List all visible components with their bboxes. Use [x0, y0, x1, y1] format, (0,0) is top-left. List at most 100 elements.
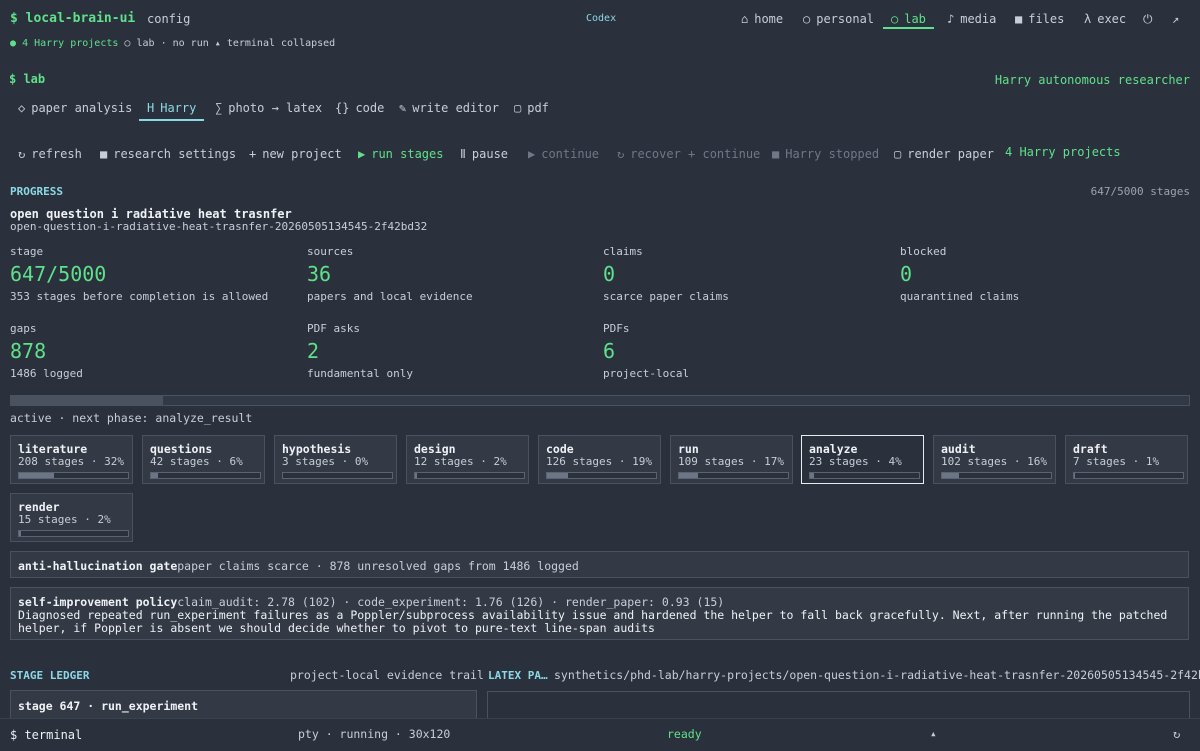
- ledger-entry-title: stage 647 · run_experiment: [18, 699, 199, 713]
- tab-label: Harry: [160, 101, 197, 115]
- nav-lab[interactable]: ○ lab: [883, 12, 934, 29]
- metric-stage-label: stage: [10, 245, 44, 258]
- config-link[interactable]: config: [147, 12, 190, 26]
- stage-card-render[interactable]: render 15 stages · 2%: [10, 493, 133, 542]
- terminal-toggle-icon[interactable]: ▴: [930, 727, 937, 740]
- policy-title: self-improvement policy: [18, 595, 178, 609]
- ledger-entry[interactable]: stage 647 · run_experiment: [10, 690, 477, 720]
- projects-count[interactable]: 4 Harry projects: [1005, 145, 1121, 159]
- stage-card-hypothesis[interactable]: hypothesis 3 stages · 0%: [274, 435, 397, 484]
- nav-home-label: home: [754, 12, 784, 26]
- stage-stat: 109 stages · 17%: [678, 455, 784, 468]
- stage-stat: 42 stages · 6%: [150, 455, 243, 468]
- terminal-refresh-icon[interactable]: ↻: [1173, 727, 1180, 741]
- triangle-icon: ▴: [214, 38, 221, 49]
- phase-status: active · next phase: analyze_result: [10, 411, 253, 425]
- progress-heading: PROGRESS: [10, 185, 63, 198]
- nav-media-label: media: [960, 12, 997, 26]
- nav-media[interactable]: ♪ media: [947, 12, 996, 26]
- metric-pdf-asks-value: 2: [307, 339, 320, 363]
- terminal-label[interactable]: $ terminal: [10, 728, 82, 742]
- tab-paper-analysis[interactable]: ◇ paper analysis: [18, 101, 132, 119]
- metric-claims-label: claims: [603, 245, 643, 258]
- anti-hallucination-gate-panel: anti-hallucination gatepaper claims scar…: [10, 551, 1189, 578]
- stage-stat: 208 stages · 32%: [18, 455, 124, 468]
- metric-gaps-sub: 1486 logged: [10, 367, 83, 380]
- terminal-bar[interactable]: $ terminal pty · running · 30x120 ready …: [0, 718, 1200, 751]
- stage-card-audit[interactable]: audit 102 stages · 16%: [933, 435, 1056, 484]
- nav-home[interactable]: ⌂ home: [741, 12, 783, 26]
- nav-files-label: files: [1028, 12, 1065, 26]
- expand-icon[interactable]: ↗: [1172, 12, 1179, 26]
- action-label: continue: [541, 147, 600, 161]
- nav-personal-label: personal: [816, 12, 875, 26]
- metric-stage-value: 647/5000: [10, 262, 107, 286]
- stage-stat: 23 stages · 4%: [809, 455, 902, 468]
- refresh-icon: ↻: [617, 147, 625, 161]
- stage-card-code[interactable]: code 126 stages · 19%: [538, 435, 661, 484]
- app-brand[interactable]: $ local-brain-ui: [10, 11, 135, 26]
- harry-stopped-button[interactable]: ■ Harry stopped: [772, 147, 879, 161]
- stage-name: hypothesis: [282, 442, 352, 456]
- lab-title: $ lab: [9, 72, 46, 86]
- self-improvement-policy-panel: self-improvement policyclaim_audit: 2.78…: [10, 587, 1189, 640]
- stage-name: run: [678, 442, 699, 456]
- nav-personal[interactable]: ○ personal: [803, 12, 874, 26]
- nav-files[interactable]: ■ files: [1015, 12, 1064, 26]
- metric-pdf-asks-sub: fundamental only: [307, 367, 413, 380]
- pause-button[interactable]: Ⅱpause: [460, 147, 508, 161]
- overall-progress-bar: [10, 395, 1190, 406]
- stage-ledger-subtitle: project-local evidence trail: [290, 668, 484, 682]
- metric-gaps-label: gaps: [10, 322, 37, 335]
- continue-button[interactable]: ▶ continue: [528, 147, 599, 161]
- nav-exec[interactable]: λ exec: [1084, 12, 1126, 26]
- page-icon: ▢: [894, 147, 902, 161]
- stage-card-analyze[interactable]: analyze 23 stages · 4%: [801, 435, 924, 484]
- research-settings-button[interactable]: ■ research settings: [100, 147, 236, 161]
- tab-code[interactable]: {} code: [335, 101, 384, 119]
- square-icon: ■: [1015, 12, 1023, 26]
- stage-progress-bar: [941, 472, 1052, 479]
- policy-scores: claim_audit: 2.78 (102) · code_experimen…: [177, 595, 725, 609]
- stage-progress-fill: [19, 531, 22, 536]
- policy-header: self-improvement policyclaim_audit: 2.78…: [18, 595, 724, 609]
- stage-card-questions[interactable]: questions 42 stages · 6%: [142, 435, 265, 484]
- stage-progress-bar: [414, 472, 525, 479]
- codex-label[interactable]: Codex: [586, 13, 616, 24]
- stage-stat: 3 stages · 0%: [282, 455, 369, 468]
- tab-photo-latex[interactable]: ∑ photo → latex: [215, 101, 322, 119]
- tab-label: paper analysis: [31, 101, 133, 115]
- recover-continue-button[interactable]: ↻ recover + continue: [617, 147, 760, 161]
- stage-progress-fill: [547, 473, 568, 478]
- lab-ring-icon: ○: [124, 38, 131, 49]
- stage-card-design[interactable]: design 12 stages · 2%: [406, 435, 529, 484]
- stage-stat: 102 stages · 16%: [941, 455, 1047, 468]
- new-project-button[interactable]: + new project: [249, 147, 342, 161]
- project-title: open question i radiative heat trasnfer: [10, 207, 292, 221]
- square-icon: ■: [100, 147, 108, 161]
- stage-card-draft[interactable]: draft 7 stages · 1%: [1065, 435, 1188, 484]
- render-paper-button[interactable]: ▢ render paper: [894, 147, 994, 161]
- stage-progress-bar: [18, 472, 129, 479]
- stage-progress-fill: [415, 473, 418, 478]
- refresh-button[interactable]: ↻ refresh: [18, 147, 82, 161]
- gate-text: paper claims scarce · 878 unresolved gap…: [177, 559, 579, 573]
- play-icon: ▶: [358, 147, 366, 161]
- run-stages-button[interactable]: ▶ run stages: [358, 147, 443, 161]
- latex-preview[interactable]: [487, 691, 1190, 721]
- tab-harry[interactable]: H Harry: [139, 101, 205, 121]
- action-label: new project: [262, 147, 342, 161]
- action-label: refresh: [31, 147, 82, 161]
- metric-stage-sub: 353 stages before completion is allowed: [10, 290, 269, 303]
- gate-line: anti-hallucination gatepaper claims scar…: [18, 559, 579, 573]
- tab-pdf[interactable]: ▢ pdf: [514, 101, 549, 119]
- metric-blocked-label: blocked: [900, 245, 947, 258]
- status-lab: lab · no run: [136, 38, 209, 49]
- stage-stat: 7 stages · 1%: [1073, 455, 1160, 468]
- policy-text-line-2: helper, if Poppler is absent we should d…: [18, 621, 655, 635]
- stage-card-run[interactable]: run 109 stages · 17%: [670, 435, 793, 484]
- stage-card-literature[interactable]: literature 208 stages · 32%: [10, 435, 133, 484]
- power-icon[interactable]: ⏻: [1143, 12, 1153, 27]
- tab-write-editor[interactable]: ✎ write editor: [399, 101, 499, 119]
- policy-text-line-1: Diagnosed repeated run_experiment failur…: [18, 608, 1168, 622]
